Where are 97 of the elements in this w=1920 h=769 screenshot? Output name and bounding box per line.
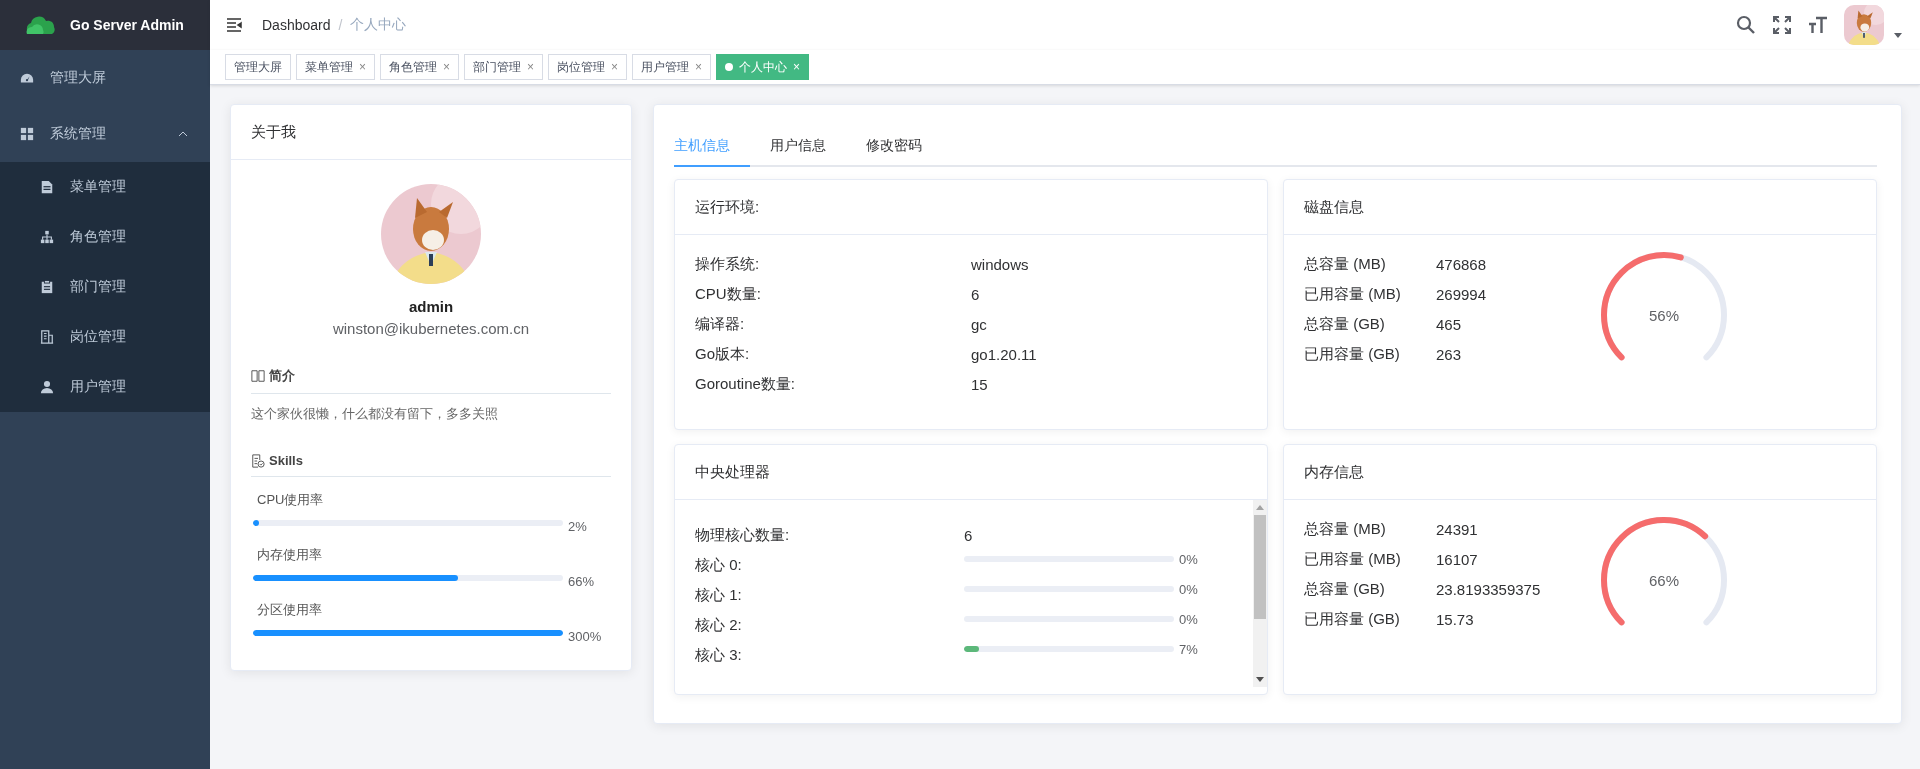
close-icon[interactable]: ×: [611, 60, 619, 74]
caret-icon[interactable]: [1894, 32, 1902, 38]
field-label: 已用容量 (GB): [1304, 344, 1401, 364]
field-value: 476868: [1436, 255, 1488, 273]
field-value: 23.8193359375: [1436, 580, 1542, 598]
field-label: 总容量 (MB): [1304, 519, 1387, 539]
menu-item[interactable]: 系统管理: [0, 106, 210, 162]
intro-text: 这个家伙很懒，什么都没有留下，多多关照: [251, 405, 499, 423]
field-label: 已用容量 (MB): [1304, 549, 1402, 569]
scrollbar[interactable]: [1253, 500, 1267, 687]
dashboard-icon: [20, 71, 34, 85]
card-title: 运行环境:: [675, 180, 1267, 235]
field-value: 269994: [1436, 285, 1488, 303]
field-value: 465: [1436, 315, 1463, 333]
section-heading: 简介: [269, 367, 295, 385]
field-value: 16107: [1436, 550, 1479, 568]
menu-icon[interactable]: [226, 18, 242, 32]
page-tab[interactable]: 菜单管理 ×: [296, 54, 375, 80]
field-value: 15: [971, 375, 989, 393]
hierarchy-icon: [40, 230, 54, 244]
field-value: 263: [1436, 345, 1463, 363]
user-name: admin: [407, 298, 455, 315]
field-label: CPU数量:: [695, 284, 762, 304]
field-label: Go版本:: [695, 344, 751, 364]
document-icon: [40, 180, 54, 194]
page-tab[interactable]: 用户管理 ×: [632, 54, 712, 80]
grid-icon: [20, 127, 34, 141]
building-icon: [40, 330, 54, 344]
tab[interactable]: 用户信息: [750, 127, 846, 167]
skill-label: CPU使用率: [256, 491, 325, 509]
close-icon[interactable]: ×: [527, 60, 535, 74]
breadcrumb-link[interactable]: Dashboard: [262, 17, 331, 33]
skill-label: 内存使用率: [256, 546, 323, 564]
field-value: go1.20.11: [971, 345, 1038, 363]
field-label: 已用容量 (GB): [1304, 609, 1401, 629]
field-label: 总容量 (GB): [1304, 579, 1386, 599]
breadcrumb-separator: /: [338, 17, 343, 33]
field-label: 核心 0:: [695, 555, 743, 575]
checklist-icon: [251, 453, 265, 468]
progress-reading: 2%: [568, 519, 587, 534]
section-heading: Skills: [269, 453, 303, 468]
book-icon: [251, 369, 265, 383]
field-label: 总容量 (GB): [1304, 314, 1386, 334]
status-dot: [725, 63, 734, 71]
page-tab[interactable]: 管理大屏: [225, 54, 291, 80]
app-title: Go Server Admin: [70, 17, 184, 33]
submenu-item[interactable]: 用户管理: [0, 362, 210, 412]
field-label: 已用容量 (MB): [1304, 284, 1402, 304]
card-title: 关于我: [231, 105, 631, 160]
fullscreen-icon[interactable]: [1772, 15, 1792, 35]
user-icon: [40, 380, 54, 394]
chevron-icon: [178, 131, 188, 137]
submenu-item[interactable]: 部门管理: [0, 262, 210, 312]
field-value: 6: [964, 526, 974, 544]
skill-label: 分区使用率: [256, 601, 323, 619]
scrollbar-thumb[interactable]: [1254, 515, 1266, 619]
field-label: 编译器:: [695, 314, 746, 334]
progress-reading: 300%: [568, 629, 602, 644]
field-value: gc: [971, 315, 988, 333]
search-icon[interactable]: [1736, 15, 1756, 35]
page-tab[interactable]: 部门管理 ×: [464, 54, 544, 80]
close-icon[interactable]: ×: [695, 60, 703, 74]
user-email: winston@ikubernetes.com.cn: [331, 320, 531, 337]
card-title: 内存信息: [1284, 445, 1876, 500]
field-value: windows: [971, 255, 1030, 273]
clipboard-icon: [40, 280, 54, 294]
progress-reading: 0%: [1179, 551, 1198, 567]
field-label: 操作系统:: [695, 254, 761, 274]
field-label: 核心 2:: [695, 615, 743, 635]
font-size-icon[interactable]: [1808, 15, 1828, 35]
field-label: 核心 3:: [695, 645, 743, 665]
field-label: 核心 1:: [695, 585, 743, 605]
field-label: 总容量 (MB): [1304, 254, 1387, 274]
gauge-reading: 56%: [1649, 306, 1679, 324]
card-title: 磁盘信息: [1284, 180, 1876, 235]
progress-reading: 7%: [1179, 641, 1198, 657]
card-title: 中央处理器: [675, 445, 1267, 500]
progress-reading: 66%: [568, 574, 595, 589]
close-icon[interactable]: ×: [443, 60, 451, 74]
field-value: 15.73: [1436, 610, 1475, 628]
field-value: 24391: [1436, 520, 1479, 538]
close-icon[interactable]: ×: [359, 60, 366, 74]
submenu-item[interactable]: 岗位管理: [0, 312, 210, 362]
field-label: 物理核心数量:: [695, 525, 791, 545]
cloud-logo-icon: [24, 15, 58, 35]
submenu-item[interactable]: 菜单管理: [0, 162, 210, 212]
submenu-item[interactable]: 角色管理: [0, 212, 210, 262]
field-value: 6: [971, 285, 981, 303]
page-tab[interactable]: 岗位管理 ×: [548, 54, 628, 80]
progress-reading: 0%: [1179, 581, 1198, 597]
tab[interactable]: 修改密码: [846, 127, 942, 167]
gauge-reading: 66%: [1649, 571, 1679, 589]
scroll-down-icon[interactable]: [1256, 677, 1264, 682]
progress-reading: 0%: [1179, 611, 1198, 627]
menu-item[interactable]: 管理大屏: [0, 50, 210, 106]
field-label: Goroutine数量:: [695, 374, 797, 394]
page-tab[interactable]: 角色管理 ×: [380, 54, 460, 80]
